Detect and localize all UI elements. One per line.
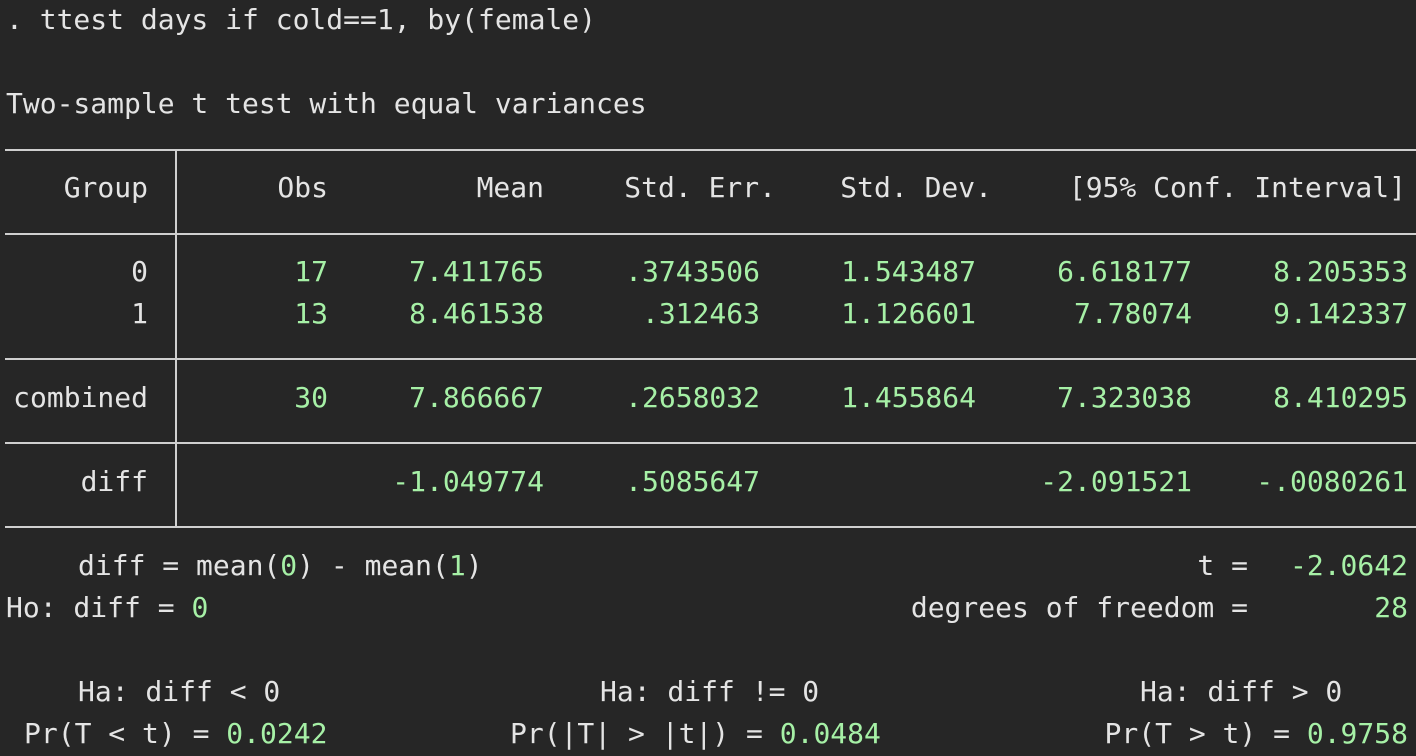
p-value-greater-than-value: 0.9758 [1306,717,1408,750]
row-ci-high: 9.142337 [1273,297,1408,330]
header-group: Group [63,171,148,204]
header-obs: Obs [277,171,328,204]
row-std-dev: 1.543487 [841,255,976,288]
diff-definition-mid: ) - mean( [297,549,449,582]
t-stat-label: t = [1197,549,1248,582]
p-value-greater-than: Pr(T > t) = 0.9758 [1105,720,1408,748]
table-vertical-rule [175,150,177,527]
table-top-rule [5,149,1416,151]
row-ci-high: 8.205353 [1273,255,1408,288]
combined-obs: 30 [294,381,328,414]
table-bottom-rule [5,526,1416,528]
p-value-less-than-label: Pr(T < t) = [24,717,210,750]
degrees-of-freedom-value: 28 [1374,591,1408,624]
diff-group: diff [80,465,148,498]
ha-not-equal: Ha: diff != 0 [600,675,820,708]
header-rule [5,233,1416,235]
diff-std-err: .5085647 [625,465,760,498]
row-obs: 13 [294,297,328,330]
row-mean: 7.411765 [409,255,544,288]
combined-ci-high: 8.410295 [1273,381,1408,414]
p-value-not-equal-label: Pr(|T| > |t|) = [510,717,763,750]
diff-ci-high: -.0080261 [1256,465,1408,498]
null-hypothesis: Ho: diff = 0 [6,594,208,622]
null-hypothesis-prefix: Ho: diff = [6,591,192,624]
row-group: 0 [131,255,148,288]
diff-definition-suffix: ) [465,549,483,582]
combined-rule [5,442,1416,444]
row-std-dev: 1.126601 [841,297,976,330]
t-stat-value: -2.0642 [1289,549,1408,582]
diff-definition-group-a: 0 [280,549,298,582]
combined-std-dev: 1.455864 [841,381,976,414]
diff-ci-low: -2.091521 [1040,465,1192,498]
ha-greater-than: Ha: diff > 0 [1140,675,1343,708]
command-line: . ttest days if cold==1, by(female) [6,3,597,36]
p-value-greater-than-label: Pr(T > t) = [1104,717,1290,750]
row-group: 1 [131,297,148,330]
row-std-err: .312463 [641,297,760,330]
diff-mean: -1.049774 [392,465,544,498]
p-value-not-equal-value: 0.0484 [779,717,881,750]
header-conf-interval: [95% Conf. Interval] [1068,171,1406,204]
row-mean: 8.461538 [409,297,544,330]
diff-definition-group-b: 1 [448,549,466,582]
degrees-of-freedom-label: degrees of freedom = [910,591,1248,624]
stata-results-window: . ttest days if cold==1, by(female) Two-… [0,0,1416,756]
p-value-not-equal: Pr(|T| > |t|) = 0.0484 [510,720,881,748]
p-value-less-than-value: 0.0242 [226,717,328,750]
row-std-err: .3743506 [625,255,760,288]
header-mean: Mean [476,171,544,204]
p-value-less-than: Pr(T < t) = 0.0242 [24,720,327,748]
groups-rule [5,358,1416,360]
combined-ci-low: 7.323038 [1057,381,1192,414]
ha-less-than: Ha: diff < 0 [78,675,281,708]
diff-definition-prefix: diff = mean( [78,549,281,582]
test-title: Two-sample t test with equal variances [6,87,647,120]
diff-definition: diff = mean(0) - mean(1) [78,552,483,580]
row-ci-low: 6.618177 [1057,255,1192,288]
combined-mean: 7.866667 [409,381,544,414]
header-std-dev: Std. Dev. [840,171,992,204]
null-hypothesis-value: 0 [191,591,209,624]
header-std-err: Std. Err. [624,171,776,204]
row-ci-low: 7.78074 [1073,297,1192,330]
combined-group: combined [13,381,148,414]
combined-std-err: .2658032 [625,381,760,414]
row-obs: 17 [294,255,328,288]
